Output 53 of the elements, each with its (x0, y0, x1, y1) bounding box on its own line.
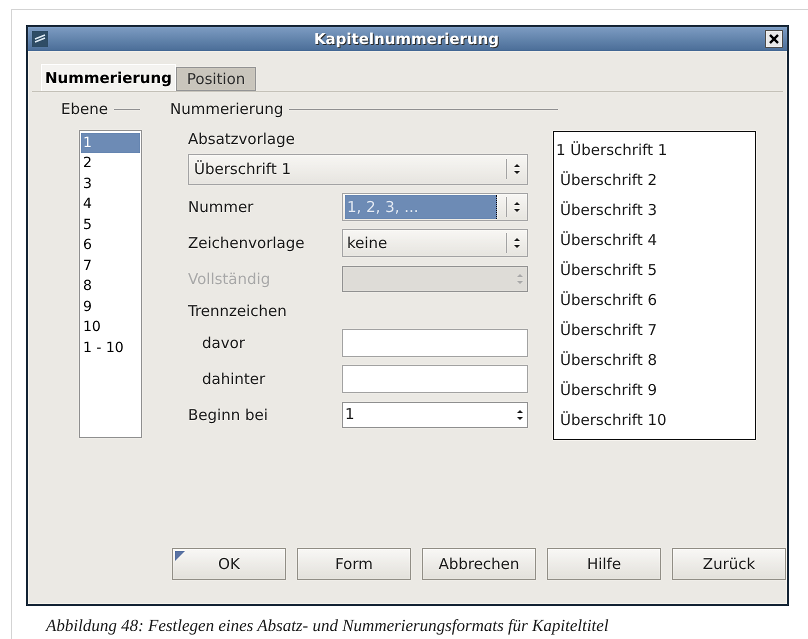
level-list[interactable]: 1 2 3 4 5 6 7 8 9 10 1 - 10 (79, 130, 142, 438)
figure-caption: Abbildung 48: Festlegen eines Absatz- und Nummerierungsformats für Kapiteltitel (46, 615, 610, 637)
button[interactable]: Abbrechen (422, 548, 536, 580)
tab[interactable]: Position (176, 67, 256, 91)
field-label: Vollständig (188, 270, 270, 288)
section-label: Trennzeichen (188, 302, 287, 320)
spin-arrows-icon (513, 200, 521, 214)
preview-line: Überschrift 7 (559, 320, 658, 340)
button[interactable]: Form (297, 548, 411, 580)
preview-line: Überschrift 9 (559, 380, 658, 400)
spin-arrows-icon (516, 408, 524, 422)
dropdown[interactable]: Überschrift 1 (188, 154, 528, 184)
list-item[interactable]: 2 (81, 153, 140, 174)
field-label: Zeichenvorlage (188, 234, 304, 252)
list-item[interactable]: 5 (81, 214, 140, 235)
button[interactable]: Hilfe (547, 548, 661, 580)
app-icon (32, 31, 48, 47)
spin-arrows-icon (516, 272, 524, 286)
close-icon (769, 34, 779, 44)
preview-line: Überschrift 10 (559, 410, 668, 430)
button[interactable]: OK (172, 548, 286, 580)
field-label: Nummer (188, 198, 254, 216)
preview-line: Überschrift 6 (559, 290, 658, 310)
preview-line: Überschrift 4 (559, 230, 658, 250)
list-item[interactable]: 3 (81, 174, 140, 194)
window-title: Kapitelnummerierung (312, 28, 500, 50)
list-item[interactable]: 8 (81, 276, 140, 296)
field-label: Beginn bei (188, 406, 268, 424)
list-item[interactable]: 7 (81, 256, 140, 276)
field-label: Absatzvorlage (188, 128, 296, 148)
close-button[interactable] (765, 30, 783, 48)
button[interactable]: Zurück (672, 548, 786, 580)
list-item[interactable]: 9 (81, 296, 140, 317)
preview-line: Überschrift 3 (559, 200, 658, 220)
spin-arrows-icon (513, 162, 521, 176)
section-label: Nummerierung (170, 99, 284, 120)
field-label: davor (202, 334, 245, 352)
input-field[interactable] (342, 364, 528, 392)
preview-line: 1 Überschrift 1 (555, 140, 668, 160)
input-field[interactable] (342, 328, 528, 356)
preview-line: Überschrift 8 (559, 350, 658, 370)
list-item[interactable]: 6 (81, 235, 140, 256)
preview-line: Überschrift 5 (559, 260, 658, 280)
list-item[interactable]: 1 - 10 (81, 338, 140, 358)
list-item[interactable]: 10 (81, 317, 140, 338)
tab[interactable]: Nummerierung (41, 64, 176, 91)
dropdown[interactable]: keine (342, 228, 528, 256)
list-item[interactable]: 4 (81, 194, 140, 214)
field-label: dahinter (202, 370, 266, 388)
preview-line: Überschrift 2 (559, 170, 658, 190)
spin-arrows-icon (513, 236, 521, 250)
section-label: Ebene (61, 99, 108, 120)
spin-field[interactable]: 1 (342, 402, 528, 428)
